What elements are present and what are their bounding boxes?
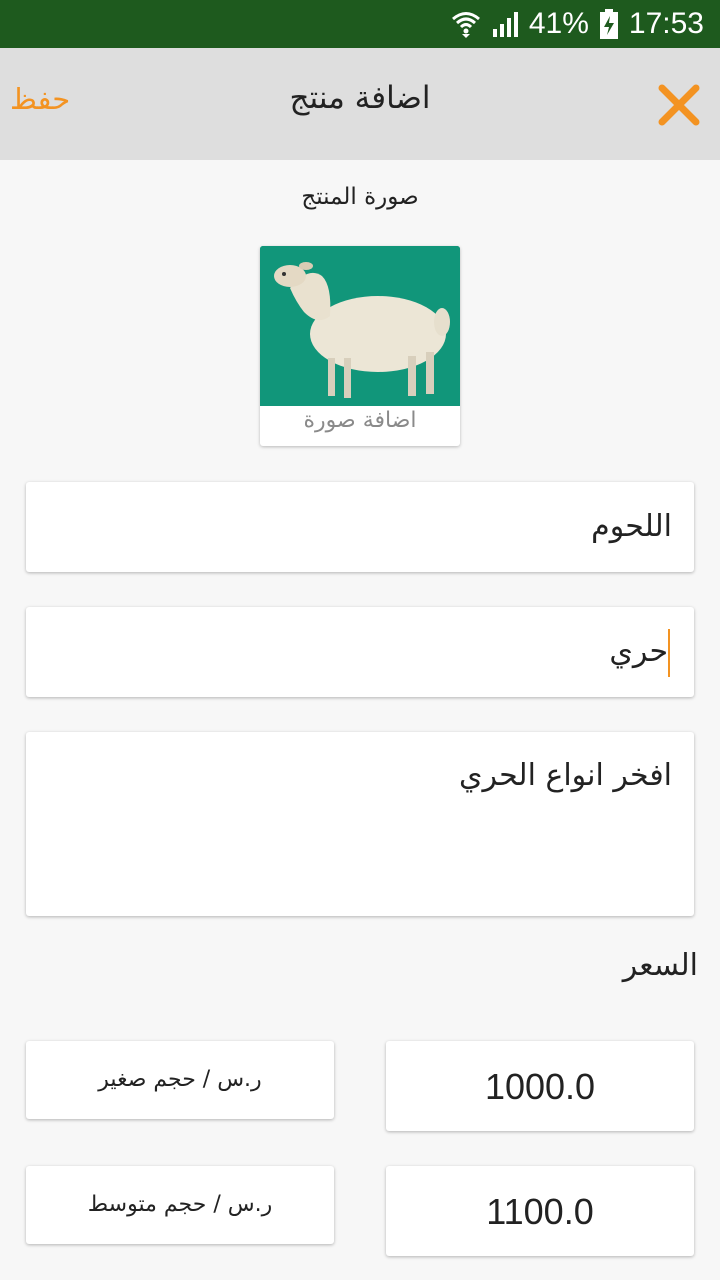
product-name-input[interactable]: حري <box>26 607 694 697</box>
size-label-medium: ر.س / حجم متوسط <box>26 1166 334 1244</box>
size-label-small: ر.س / حجم صغير <box>26 1041 334 1119</box>
size-label-small-text: ر.س / حجم صغير <box>98 1067 262 1092</box>
description-value: افخر انواع الحري <box>459 758 672 793</box>
price-heading: السعر <box>622 948 698 983</box>
app-bar: اضافة منتج حفظ <box>0 48 720 160</box>
sheep-photo <box>260 246 460 406</box>
description-textarea[interactable]: افخر انواع الحري <box>26 732 694 916</box>
product-name-value: حري <box>609 634 668 669</box>
add-photo-label: اضافة صورة <box>303 408 417 433</box>
status-bar: 41% 17:53 <box>0 0 720 48</box>
battery-charging-icon <box>599 9 619 39</box>
category-value: اللحوم <box>591 509 672 544</box>
product-image-picker[interactable]: اضافة صورة <box>260 246 460 446</box>
price-value-medium: 1100.0 <box>486 1191 594 1232</box>
wifi-icon <box>451 10 481 38</box>
clock: 17:53 <box>628 7 704 40</box>
product-image-label: صورة المنتج <box>301 184 419 210</box>
save-button[interactable]: حفظ <box>10 82 70 116</box>
price-input-small[interactable]: 1000.0 <box>386 1041 694 1131</box>
size-label-medium-text: ر.س / حجم متوسط <box>87 1192 273 1217</box>
text-cursor <box>668 628 670 677</box>
category-field[interactable]: اللحوم <box>26 482 694 572</box>
page-title: اضافة منتج <box>289 80 431 116</box>
signal-icon <box>491 11 519 37</box>
price-value-small: 1000.0 <box>484 1066 596 1107</box>
battery-percentage: 41% <box>528 7 589 40</box>
price-input-medium[interactable]: 1100.0 <box>386 1166 694 1256</box>
